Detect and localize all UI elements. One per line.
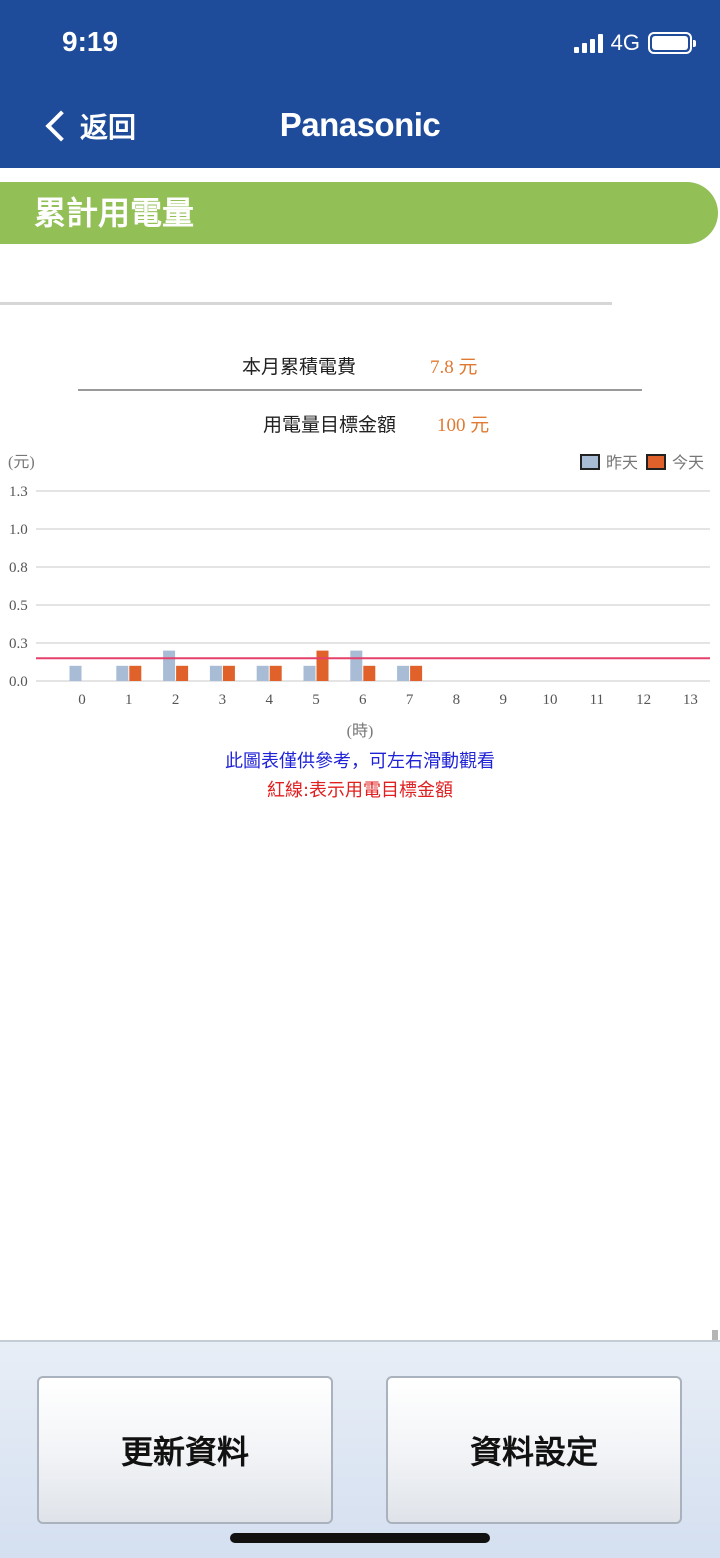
- back-button[interactable]: 返回: [42, 106, 136, 146]
- target-amount-value: 100 元: [437, 415, 490, 436]
- legend-swatch: [646, 454, 666, 470]
- bar-today: [176, 665, 189, 681]
- bar-today: [129, 665, 142, 681]
- x-axis-label: (時): [347, 722, 374, 740]
- divider: [78, 389, 642, 391]
- navigation-bar: 9:19 4G 返回 Panasonic: [0, 0, 720, 168]
- chart-scroll-hint: 此圖表僅供參考，可左右滑動觀看: [225, 751, 495, 772]
- status-indicators: 4G: [573, 30, 696, 56]
- bar-yesterday: [209, 665, 222, 681]
- y-tick-label: 0.5: [9, 598, 28, 614]
- x-tick-label: 10: [543, 692, 558, 708]
- bar-today: [410, 665, 423, 681]
- legend-label: 昨天: [606, 454, 638, 472]
- y-tick-label: 1.3: [9, 484, 28, 500]
- status-time: 9:19: [62, 26, 119, 57]
- bar-yesterday: [116, 665, 129, 681]
- signal-icon: [573, 33, 603, 53]
- network-type: 4G: [610, 30, 640, 55]
- legend-label: 今天: [672, 454, 704, 472]
- red-line-hint: 紅線:表示用電目標金額: [266, 780, 454, 801]
- x-tick-label: 9: [499, 692, 507, 708]
- x-tick-label: 3: [219, 692, 227, 708]
- bar-yesterday: [350, 650, 363, 681]
- target-amount-label: 用電量目標金額: [263, 414, 397, 436]
- y-tick-label: 0.8: [9, 560, 28, 576]
- x-tick-label: 13: [683, 692, 698, 708]
- y-axis-label: (元): [8, 454, 35, 471]
- bar-yesterday: [303, 665, 316, 681]
- chart-canvas[interactable]: (元)0.00.30.50.81.01.30 1 2 3 4 5 6 7 8 9 10 11 12 13(…: [0, 440, 720, 750]
- bar-today: [269, 665, 282, 681]
- y-tick-label: 0.0: [9, 674, 28, 690]
- x-tick-label: 0: [78, 692, 86, 708]
- bar-today: [363, 665, 376, 681]
- scrollbar: [712, 1330, 718, 1340]
- y-tick-label: 1.0: [9, 522, 28, 538]
- x-tick-label: 12: [636, 692, 651, 708]
- x-tick-label: 6: [359, 692, 367, 708]
- monthly-cost-label: 本月累積電費: [242, 356, 357, 378]
- bar-yesterday: [256, 665, 269, 681]
- back-label: 返回: [80, 111, 137, 144]
- x-tick-label: 8: [453, 692, 461, 708]
- divider: [0, 302, 612, 305]
- bar-yesterday: [397, 665, 410, 681]
- y-tick-label: 0.3: [9, 636, 28, 652]
- bar-yesterday: [163, 650, 176, 681]
- x-tick-label: 4: [265, 692, 273, 708]
- battery-icon: [648, 32, 696, 54]
- refresh-data-button[interactable]: 更新資料: [37, 1376, 333, 1524]
- chevron-left-icon: [45, 110, 77, 142]
- x-tick-label: 5: [312, 692, 320, 708]
- x-tick-label: 11: [590, 692, 604, 708]
- x-tick-label: 2: [172, 692, 180, 708]
- x-tick-label: 1: [125, 692, 133, 708]
- bar-today: [222, 665, 235, 681]
- monthly-cost-value: 7.8 元: [430, 357, 478, 378]
- data-settings-button[interactable]: 資料設定: [386, 1376, 682, 1524]
- legend-swatch: [580, 454, 600, 470]
- bar-today: [316, 650, 329, 681]
- x-tick-label: 7: [406, 692, 414, 708]
- hourly-cost-chart[interactable]: (元) 0.0 0.3 0.5 0.8 1.0 1.3 0 1 2 3 4 5 6 7 8 9 10 11 12 13(…: [0, 440, 720, 750]
- home-indicator[interactable]: [230, 1533, 490, 1543]
- bar-yesterday: [69, 665, 82, 681]
- page-title: 累計用電量: [0, 182, 718, 244]
